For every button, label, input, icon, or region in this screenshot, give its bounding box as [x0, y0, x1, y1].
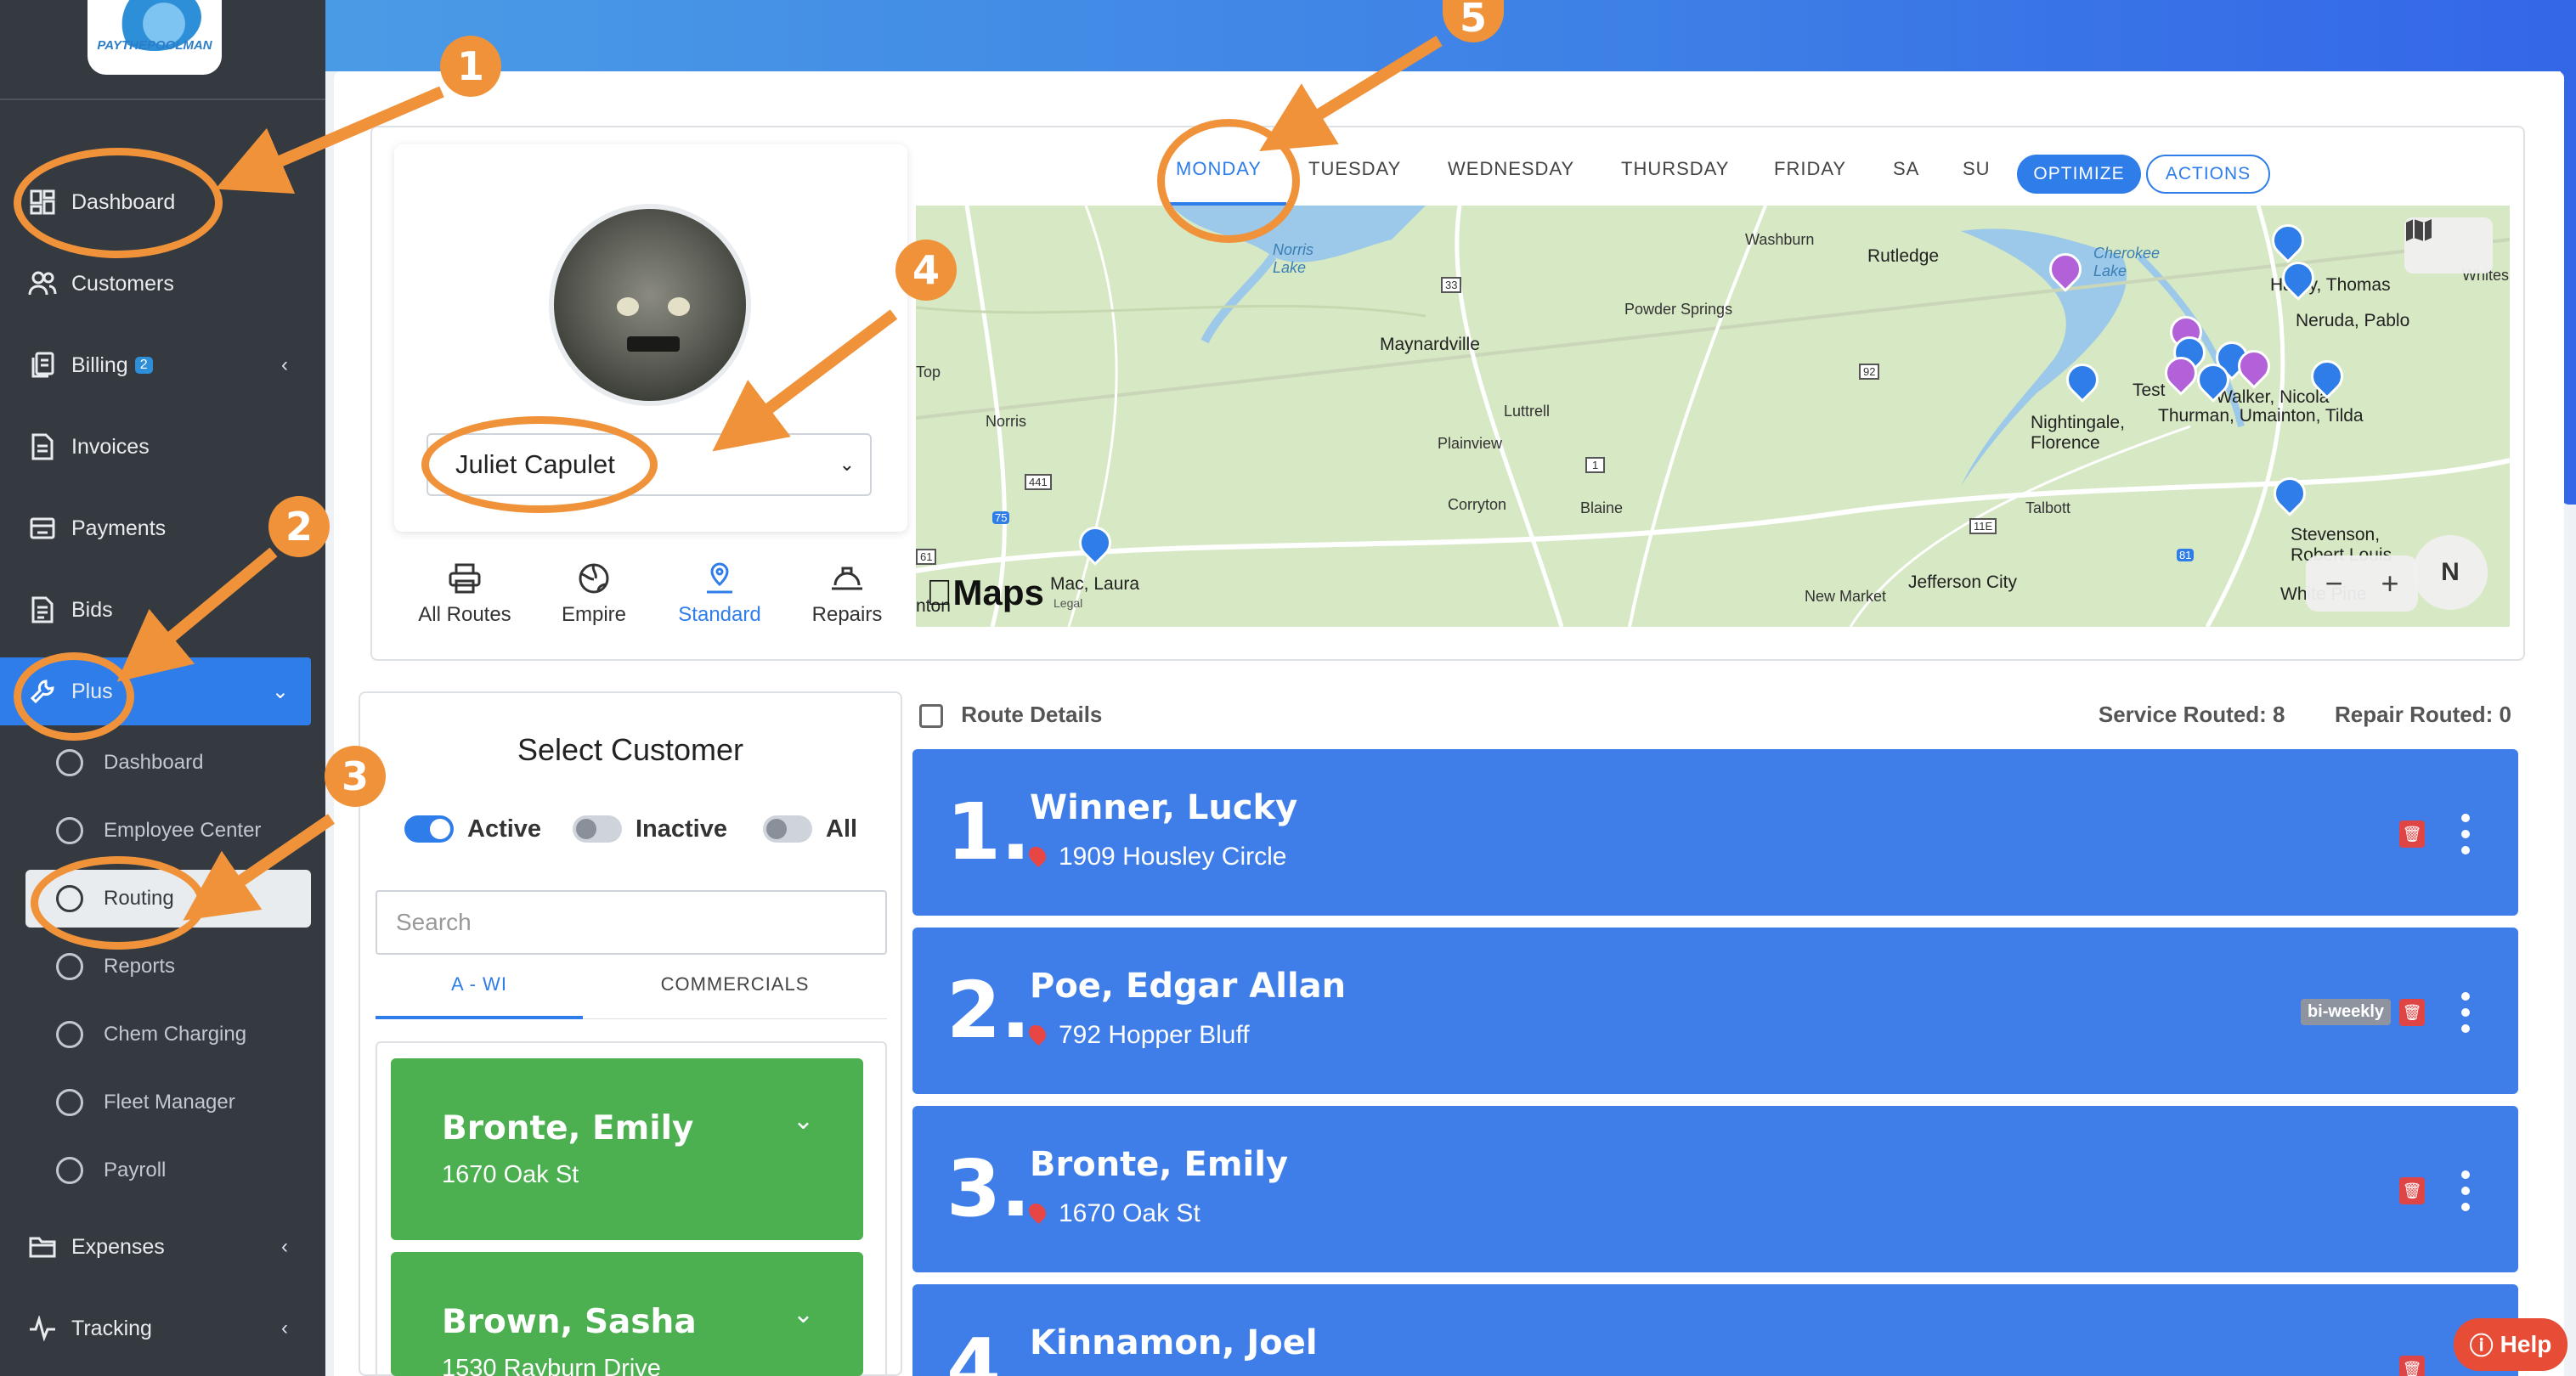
annotation-highlight [421, 416, 658, 513]
annotation-highlight [1157, 119, 1300, 243]
annotation-highlight [14, 652, 134, 741]
annotation-highlight [31, 856, 206, 950]
annotation-number: 2 [268, 496, 330, 557]
annotation-highlight [14, 148, 223, 258]
annotation-number: 3 [325, 746, 386, 807]
annotation-number: 1 [440, 36, 501, 97]
annotation-number: 4 [895, 240, 957, 301]
